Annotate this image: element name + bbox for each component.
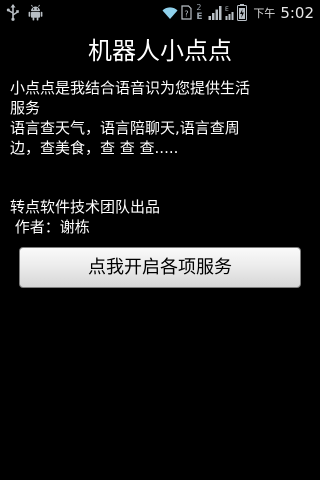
android-debug-icon bbox=[28, 4, 43, 21]
svg-text:E: E bbox=[225, 6, 229, 13]
clock-ampm: 下午 bbox=[253, 6, 276, 20]
battery-icon bbox=[237, 4, 248, 21]
wifi-icon bbox=[162, 6, 178, 20]
signal-icon-2: E bbox=[225, 5, 234, 20]
network-type-indicator: 2 E bbox=[195, 2, 205, 22]
sim-card-icon: ? bbox=[181, 5, 192, 20]
status-bar: ? 2 E E 下午 5:02 bbox=[0, 0, 320, 25]
svg-text:?: ? bbox=[185, 10, 189, 19]
description-line: 服务 bbox=[10, 99, 41, 117]
network-type-letter: E bbox=[196, 11, 203, 22]
app-description: 小点点是我结合语音识为您提供生活 服务 语言查天气，语言陪聊天,语言查周 边，查… bbox=[10, 78, 314, 158]
system-icons: ? 2 E E 下午 5:02 bbox=[162, 3, 314, 22]
description-line: 小点点是我结合语音识为您提供生活 bbox=[10, 79, 251, 97]
credits: 转点软件技术团队出品 作者：谢栋 bbox=[10, 197, 310, 237]
description-line: 边，查美食，查 查 查..... bbox=[10, 139, 179, 157]
signal-icon bbox=[208, 5, 222, 20]
usb-icon bbox=[6, 4, 20, 21]
app-title: 机器人小点点 bbox=[88, 37, 232, 65]
description-line: 语言查天气，语言陪聊天,语言查周 bbox=[10, 119, 240, 137]
clock-time: 5:02 bbox=[280, 3, 314, 22]
start-services-button[interactable]: 点我开启各项服务 bbox=[19, 247, 301, 288]
team-credit: 转点软件技术团队出品 bbox=[10, 198, 161, 216]
sim-slot-number: 2 bbox=[196, 2, 202, 12]
notification-icons bbox=[6, 3, 43, 22]
author-credit: 作者：谢栋 bbox=[10, 218, 90, 236]
